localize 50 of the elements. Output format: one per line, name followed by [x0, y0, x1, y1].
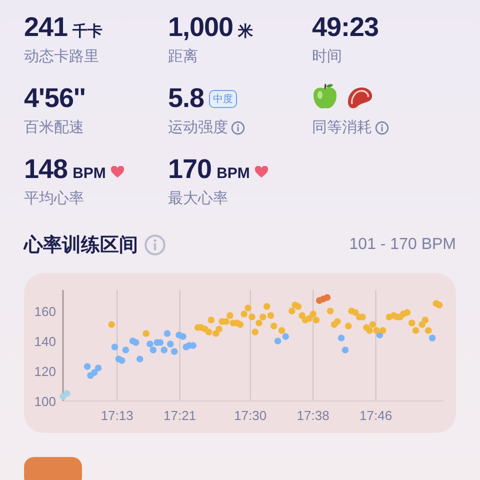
- heart-rate-point: [122, 346, 130, 354]
- heart-rate-point: [342, 346, 349, 354]
- stat-label: 最大心率: [168, 189, 228, 208]
- stat-label: 运动强度: [168, 118, 228, 137]
- stat-label: 时间: [312, 47, 342, 66]
- heart-rate-point: [208, 316, 215, 324]
- heart-rate-point: [252, 328, 258, 336]
- heart-icon: [110, 166, 124, 178]
- stat-value: 170: [168, 154, 212, 185]
- axis-tick-label: 17:46: [360, 408, 392, 423]
- heart-rate-point: [263, 303, 270, 310]
- workout-tag[interactable]: [24, 457, 82, 480]
- axis-tick-label: 17:38: [296, 408, 330, 423]
- stat-unit: BPM: [72, 165, 106, 182]
- axis-tick-label: 100: [34, 394, 56, 409]
- stat-label: 平均心率: [24, 189, 84, 208]
- stat-unit: 米: [238, 22, 254, 41]
- steak-icon: [346, 86, 374, 110]
- stat-value: 4'56'': [24, 83, 86, 114]
- stat-label: 同等消耗: [312, 118, 372, 137]
- heart-icon: [254, 166, 268, 178]
- stat-unit: BPM: [216, 165, 250, 182]
- info-icon[interactable]: [231, 120, 245, 134]
- stat-value: 1,000: [168, 12, 234, 43]
- axis-tick-label: 17:13: [100, 408, 134, 423]
- stat-value: 49:23: [312, 12, 379, 43]
- axis-tick-label: 140: [34, 334, 56, 349]
- apple-icon: [312, 83, 338, 110]
- stat-value: 241: [24, 12, 68, 43]
- stat-label: 动态卡路里: [24, 47, 99, 66]
- axis-tick-label: 17:21: [164, 408, 196, 423]
- intensity-badge: 中度: [209, 90, 238, 108]
- stat-value: 148: [24, 154, 68, 185]
- heart-rate-point: [326, 308, 334, 314]
- info-icon[interactable]: [375, 120, 389, 134]
- axis-tick-label: 17:30: [234, 408, 267, 423]
- axis-tick-label: 160: [34, 304, 56, 319]
- heart-rate-point: [142, 330, 150, 337]
- heart-rate-point: [111, 344, 118, 350]
- bpm-range: 101 - 170 BPM: [349, 236, 456, 254]
- stat-label: 百米配速: [24, 118, 84, 137]
- heart-rate-point: [136, 356, 144, 362]
- section-title: 心率训练区间: [24, 234, 138, 258]
- axis-tick-label: 120: [34, 364, 56, 379]
- stat-label: 距离: [168, 47, 198, 66]
- stat-unit: 千卡: [72, 22, 103, 41]
- heart-rate-point: [344, 322, 352, 330]
- stat-value: 5.8: [168, 83, 204, 114]
- heart-rate-point: [164, 330, 171, 337]
- heart-rate-point: [338, 334, 345, 342]
